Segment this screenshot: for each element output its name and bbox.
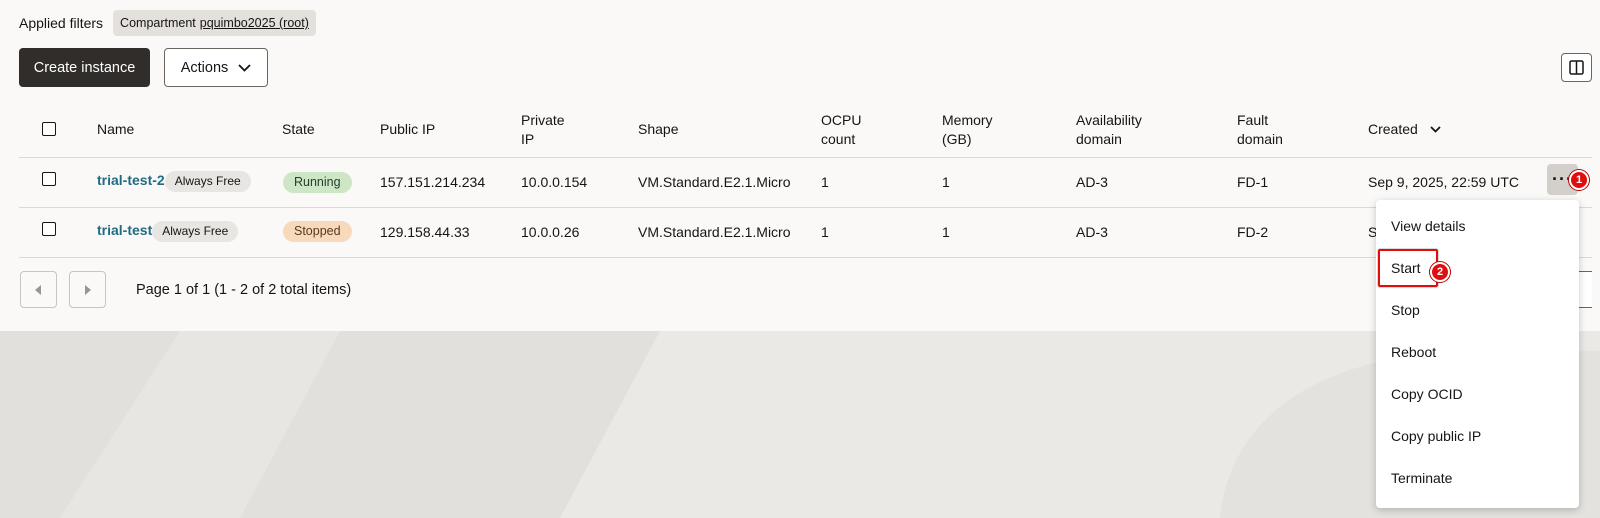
always-free-tag: Always Free bbox=[164, 171, 251, 192]
chevron-left-icon bbox=[35, 284, 41, 295]
menu-item-terminate[interactable]: Terminate bbox=[1391, 470, 1452, 486]
chip-key: Compartment bbox=[120, 16, 196, 30]
always-free-tag: Always Free bbox=[152, 221, 239, 242]
instance-name-cell: trial-test Always Free bbox=[97, 221, 239, 242]
header-public-ip[interactable]: Public IP bbox=[380, 120, 435, 139]
header-ocpu-count[interactable]: OCPU count bbox=[821, 111, 861, 149]
header-fault-domain[interactable]: Fault domain bbox=[1237, 111, 1283, 149]
row-select-checkbox[interactable] bbox=[42, 222, 56, 236]
step-1-annotation: 1 bbox=[1569, 170, 1589, 190]
chevron-right-icon bbox=[85, 284, 91, 295]
menu-item-copy-public-ip[interactable]: Copy public IP bbox=[1391, 428, 1481, 444]
instance-name-link[interactable]: trial-test bbox=[97, 222, 152, 238]
start-highlight-annotation bbox=[1378, 249, 1438, 287]
previous-page-button[interactable] bbox=[20, 271, 57, 308]
decorative-background bbox=[0, 331, 1600, 518]
status-badge: Stopped bbox=[283, 221, 352, 242]
header-memory-line2: (GB) bbox=[942, 131, 972, 147]
header-ad-line1: Availability bbox=[1076, 112, 1142, 128]
menu-item-stop[interactable]: Stop bbox=[1391, 302, 1420, 318]
header-state[interactable]: State bbox=[282, 120, 315, 139]
table-header: Name State Public IP Private IP Shape OC… bbox=[19, 108, 1592, 158]
availability-domain-cell: AD-3 bbox=[1076, 174, 1108, 190]
availability-domain-cell: AD-3 bbox=[1076, 224, 1108, 240]
menu-item-copy-ocid[interactable]: Copy OCID bbox=[1391, 386, 1463, 402]
column-settings-button[interactable] bbox=[1561, 53, 1592, 82]
instance-name-link[interactable]: trial-test-2 bbox=[97, 172, 165, 188]
row-actions-menu: View details Start Stop Reboot Copy OCID… bbox=[1376, 200, 1579, 508]
header-private-ip-line2: IP bbox=[521, 131, 535, 147]
header-ocpu-line2: count bbox=[821, 131, 856, 147]
chip-value-link[interactable]: pquimbo2025 (root) bbox=[200, 16, 309, 30]
applied-filters: Applied filters Compartment pquimbo2025 … bbox=[19, 10, 316, 36]
header-private-ip[interactable]: Private IP bbox=[521, 111, 565, 149]
ocpu-cell: 1 bbox=[821, 224, 829, 240]
memory-cell: 1 bbox=[942, 224, 950, 240]
columns-icon bbox=[1569, 60, 1584, 75]
actions-label: Actions bbox=[180, 59, 229, 76]
fault-domain-cell: FD-2 bbox=[1237, 224, 1269, 240]
menu-item-reboot[interactable]: Reboot bbox=[1391, 344, 1436, 360]
header-memory-line1: Memory bbox=[942, 112, 993, 128]
private-ip-cell: 10.0.0.26 bbox=[521, 224, 580, 240]
pagination-info: Page 1 of 1 (1 - 2 of 2 total items) bbox=[136, 282, 352, 298]
instance-name-cell: trial-test-2 Always Free bbox=[97, 171, 251, 192]
next-page-button[interactable] bbox=[69, 271, 106, 308]
header-shape[interactable]: Shape bbox=[638, 120, 678, 139]
row-select-checkbox[interactable] bbox=[42, 172, 56, 186]
sort-descending-icon bbox=[1430, 126, 1441, 133]
memory-cell: 1 bbox=[942, 174, 950, 190]
actions-menu-button[interactable]: Actions bbox=[164, 48, 268, 87]
create-instance-button[interactable]: Create instance bbox=[19, 48, 150, 87]
applied-filters-label: Applied filters bbox=[19, 15, 104, 31]
select-all-checkbox[interactable] bbox=[42, 122, 56, 136]
table-row[interactable]: trial-test Always Free Stopped 129.158.44… bbox=[19, 208, 1592, 258]
chevron-down-icon bbox=[238, 63, 251, 72]
header-fault-line2: domain bbox=[1237, 131, 1283, 147]
header-memory[interactable]: Memory (GB) bbox=[942, 111, 993, 149]
private-ip-cell: 10.0.0.154 bbox=[521, 174, 588, 190]
header-private-ip-line1: Private bbox=[521, 112, 565, 128]
header-ad-line2: domain bbox=[1076, 131, 1122, 147]
shape-cell: VM.Standard.E2.1.Micro bbox=[638, 174, 791, 190]
created-cell: Sep 9, 2025, 22:59 UTC bbox=[1368, 174, 1519, 190]
header-created[interactable]: Created bbox=[1368, 120, 1441, 139]
header-created-label: Created bbox=[1368, 121, 1418, 137]
header-ocpu-line1: OCPU bbox=[821, 112, 862, 128]
shape-cell: VM.Standard.E2.1.Micro bbox=[638, 224, 791, 240]
header-name[interactable]: Name bbox=[97, 120, 134, 139]
header-availability-domain[interactable]: Availability domain bbox=[1076, 111, 1142, 149]
public-ip-cell: 129.158.44.33 bbox=[380, 224, 470, 240]
fault-domain-cell: FD-1 bbox=[1237, 174, 1269, 190]
ocpu-cell: 1 bbox=[821, 174, 829, 190]
menu-item-view-details[interactable]: View details bbox=[1391, 218, 1465, 234]
public-ip-cell: 157.151.214.234 bbox=[380, 174, 486, 190]
compartment-filter-chip[interactable]: Compartment pquimbo2025 (root) bbox=[113, 10, 316, 36]
table-row[interactable]: trial-test-2 Always Free Running 157.151.… bbox=[19, 158, 1592, 208]
header-fault-line1: Fault bbox=[1237, 112, 1269, 128]
step-2-annotation: 2 bbox=[1430, 262, 1450, 282]
status-badge: Running bbox=[283, 172, 352, 193]
